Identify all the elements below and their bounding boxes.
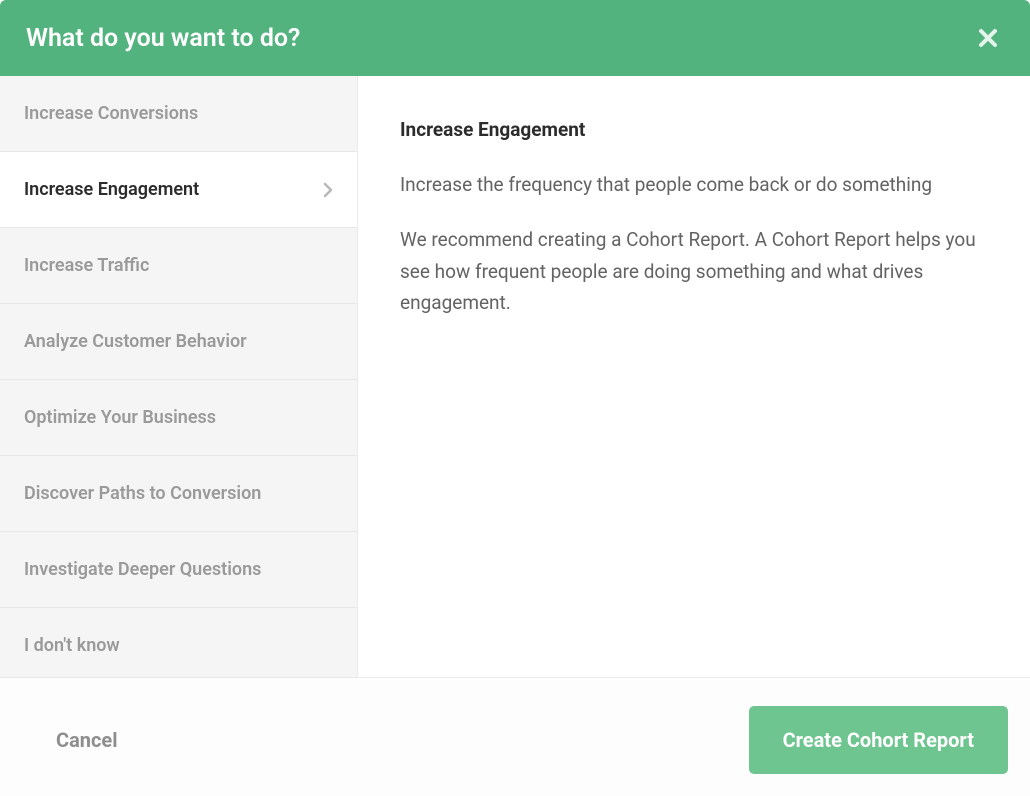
modal: What do you want to do? Increase Convers… — [0, 0, 1030, 796]
sidebar-item-label: Increase Conversions — [24, 103, 198, 124]
sidebar-item-label: Increase Engagement — [24, 179, 199, 200]
sidebar-item-label: I don't know — [24, 635, 120, 656]
sidebar-item-optimize-your-business[interactable]: Optimize Your Business — [0, 380, 357, 456]
detail-panel: Increase Engagement Increase the frequen… — [358, 76, 1030, 677]
sidebar-item-label: Investigate Deeper Questions — [24, 559, 261, 580]
modal-title: What do you want to do? — [26, 24, 300, 53]
detail-subtitle: Increase the frequency that people come … — [400, 169, 992, 200]
sidebar-item-investigate-deeper-questions[interactable]: Investigate Deeper Questions — [0, 532, 357, 608]
sidebar-item-label: Discover Paths to Conversion — [24, 483, 261, 504]
detail-description: We recommend creating a Cohort Report. A… — [400, 224, 992, 318]
sidebar-item-label: Analyze Customer Behavior — [24, 331, 247, 352]
sidebar-item-label: Increase Traffic — [24, 255, 149, 276]
sidebar-item-increase-traffic[interactable]: Increase Traffic — [0, 228, 357, 304]
sidebar-item-discover-paths-to-conversion[interactable]: Discover Paths to Conversion — [0, 456, 357, 532]
create-cohort-report-button[interactable]: Create Cohort Report — [749, 706, 1008, 774]
sidebar-item-label: Optimize Your Business — [24, 407, 216, 428]
modal-header: What do you want to do? — [0, 0, 1030, 76]
sidebar-item-increase-engagement[interactable]: Increase Engagement — [0, 152, 357, 228]
modal-body: Increase Conversions Increase Engagement… — [0, 76, 1030, 677]
sidebar-item-increase-conversions[interactable]: Increase Conversions — [0, 76, 357, 152]
chevron-right-icon — [323, 182, 333, 198]
detail-title: Increase Engagement — [400, 118, 992, 141]
modal-footer: Cancel Create Cohort Report — [0, 677, 1030, 796]
close-icon[interactable] — [972, 22, 1004, 55]
sidebar: Increase Conversions Increase Engagement… — [0, 76, 358, 677]
cancel-button[interactable]: Cancel — [56, 728, 118, 752]
sidebar-item-analyze-customer-behavior[interactable]: Analyze Customer Behavior — [0, 304, 357, 380]
sidebar-item-i-dont-know[interactable]: I don't know — [0, 608, 357, 677]
